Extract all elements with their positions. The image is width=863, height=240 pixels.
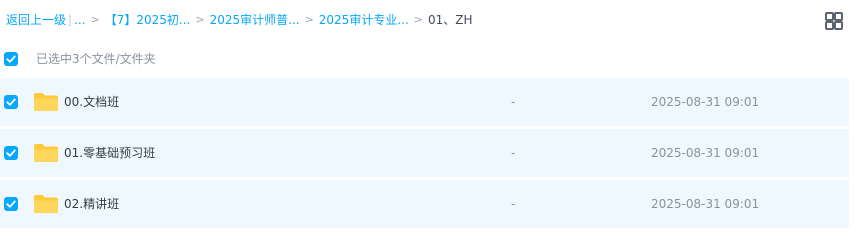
breadcrumb-current: 01、ZH: [427, 13, 473, 27]
chevron-right-icon: >: [413, 13, 423, 26]
grid-view-icon[interactable]: [825, 12, 843, 30]
breadcrumb-item[interactable]: 2025审计专业...: [319, 11, 409, 29]
breadcrumb: 返回上一级 |... > 【7】2025初... >2025审计师普... >2025审计…: [6, 11, 473, 29]
select-all-checkbox[interactable]: [4, 52, 18, 66]
file-modified-date: 2025-08-31 09:01: [651, 146, 760, 160]
checkmark-icon: [6, 98, 16, 106]
breadcrumb-ellipsis[interactable]: ...: [74, 11, 85, 29]
folder-icon: [34, 195, 58, 213]
selection-count-label: 已选中3个文件/文件夹: [36, 52, 156, 66]
checkmark-icon: [6, 200, 16, 208]
chevron-right-icon: >: [304, 13, 314, 26]
row-checkbox[interactable]: [4, 95, 18, 109]
file-size: -: [511, 197, 516, 211]
file-size: -: [511, 95, 516, 109]
file-row[interactable]: 01.零基础预习班 - 2025-08-31 09:01: [0, 129, 849, 177]
file-modified-date: 2025-08-31 09:01: [651, 95, 760, 109]
checkmark-icon: [6, 55, 16, 63]
file-name[interactable]: 02.精讲班: [64, 195, 119, 213]
breadcrumb-item[interactable]: 2025审计师普...: [210, 11, 300, 29]
file-name[interactable]: 01.零基础预习班: [64, 144, 155, 162]
back-link[interactable]: 返回上一级: [6, 11, 66, 29]
top-bar: 返回上一级 |... > 【7】2025初... >2025审计师普... >2025审计…: [0, 0, 863, 40]
breadcrumb-item[interactable]: 【7】2025初...: [105, 11, 191, 29]
chevron-right-icon: >: [90, 13, 100, 26]
chevron-right-icon: >: [195, 13, 205, 26]
file-modified-date: 2025-08-31 09:01: [651, 197, 760, 211]
folder-icon: [34, 93, 58, 111]
file-name[interactable]: 00.文档班: [64, 93, 119, 111]
file-row[interactable]: 02.精讲班 - 2025-08-31 09:01: [0, 180, 849, 228]
file-size: -: [511, 146, 516, 160]
row-checkbox[interactable]: [4, 146, 18, 160]
folder-icon: [34, 144, 58, 162]
file-row[interactable]: 00.文档班 - 2025-08-31 09:01: [0, 78, 849, 126]
selection-bar: 已选中3个文件/文件夹: [0, 44, 863, 74]
checkmark-icon: [6, 149, 16, 157]
row-checkbox[interactable]: [4, 197, 18, 211]
breadcrumb-separator: |: [68, 13, 73, 27]
